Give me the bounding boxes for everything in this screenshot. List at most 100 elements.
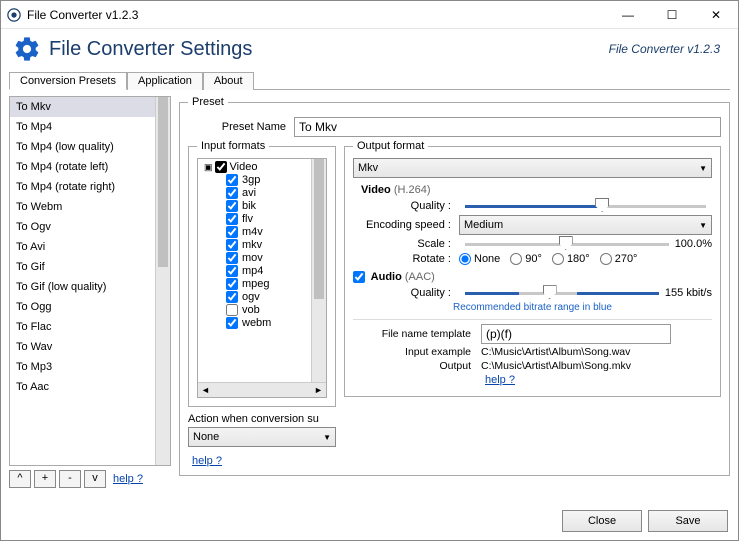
move-down-button[interactable]: v — [84, 470, 106, 488]
scale-value: 100.0% — [675, 238, 712, 250]
preset-item[interactable]: To Mp4 (low quality) — [10, 137, 155, 157]
input-formats-fieldset: Input formats ▣ Video 3gp — [188, 140, 336, 407]
template-label: File name template — [353, 328, 471, 340]
audio-quality-value: 155 kbit/s — [665, 287, 712, 299]
preset-item[interactable]: To Gif (low quality) — [10, 277, 155, 297]
video-group-checkbox[interactable] — [215, 161, 227, 173]
preset-item[interactable]: To Ogg — [10, 297, 155, 317]
preset-item[interactable]: To Mp4 — [10, 117, 155, 137]
fmt-mpeg-checkbox[interactable] — [226, 278, 238, 290]
bitrate-note: Recommended bitrate range in blue — [353, 302, 712, 313]
rotate-180-radio[interactable] — [552, 253, 564, 265]
minimize-button[interactable]: — — [606, 1, 650, 28]
output-format-combo[interactable]: Mkv ▼ — [353, 158, 712, 178]
chevron-down-icon: ▼ — [699, 221, 707, 230]
preset-item[interactable]: To Mp4 (rotate left) — [10, 157, 155, 177]
rotate-270-radio[interactable] — [600, 253, 612, 265]
input-example-value: C:\Music\Artist\Album\Song.wav — [481, 346, 630, 358]
input-formats-tree[interactable]: ▣ Video 3gp avi bik flv m4v mkv — [197, 158, 327, 398]
move-up-button[interactable]: ^ — [9, 470, 31, 488]
add-preset-button[interactable]: + — [34, 470, 56, 488]
fmt-mp4-checkbox[interactable] — [226, 265, 238, 277]
rotate-radio-group: None 90° 180° 270° — [459, 253, 637, 265]
fmt-label: mpeg — [242, 278, 270, 290]
tab-conversion-presets[interactable]: Conversion Presets — [9, 72, 127, 90]
fmt-vob-checkbox[interactable] — [226, 304, 238, 316]
close-button[interactable]: Close — [562, 510, 642, 532]
audio-section-label: Audio — [371, 271, 402, 283]
tree-scrollbar[interactable] — [311, 159, 326, 382]
action-combo[interactable]: None ▼ — [188, 427, 336, 447]
action-label: Action when conversion su — [188, 413, 336, 425]
fmt-ogv-checkbox[interactable] — [226, 291, 238, 303]
output-format-fieldset: Output format Mkv ▼ Video (H.264) Qualit… — [344, 140, 721, 397]
input-example-label: Input example — [353, 346, 471, 358]
fmt-avi-checkbox[interactable] — [226, 187, 238, 199]
rotate-label: Rotate : — [353, 253, 451, 265]
output-help-link[interactable]: help ? — [485, 374, 515, 386]
video-quality-slider[interactable] — [465, 200, 706, 212]
tab-about[interactable]: About — [203, 72, 254, 90]
fmt-label: avi — [242, 187, 256, 199]
audio-enable-checkbox[interactable] — [353, 271, 365, 283]
rotate-option-label: None — [474, 253, 500, 265]
filename-template-input[interactable] — [481, 324, 671, 344]
preset-item[interactable]: To Wav — [10, 337, 155, 357]
rotate-90-radio[interactable] — [510, 253, 522, 265]
chevron-down-icon: ▼ — [323, 433, 331, 442]
remove-preset-button[interactable]: - — [59, 470, 81, 488]
rotate-none-radio[interactable] — [459, 253, 471, 265]
close-window-button[interactable]: ✕ — [694, 1, 738, 28]
preset-list[interactable]: To Mkv To Mp4 To Mp4 (low quality) To Mp… — [9, 96, 171, 466]
fmt-label: vob — [242, 304, 260, 316]
preset-item[interactable]: To Aac — [10, 377, 155, 397]
preset-name-label: Preset Name — [188, 121, 286, 133]
preset-item[interactable]: To Gif — [10, 257, 155, 277]
preset-name-input[interactable] — [294, 117, 721, 137]
preset-item[interactable]: To Mkv — [10, 97, 155, 117]
audio-quality-slider[interactable] — [465, 287, 659, 299]
tree-collapse-icon[interactable]: ▣ — [204, 162, 213, 173]
action-combo-value: None — [193, 431, 323, 443]
preset-item[interactable]: To Webm — [10, 197, 155, 217]
fmt-m4v-checkbox[interactable] — [226, 226, 238, 238]
rotate-option-label: 180° — [567, 253, 590, 265]
scale-label: Scale : — [353, 238, 451, 250]
video-codec-label: (H.264) — [394, 184, 431, 196]
encoding-speed-combo[interactable]: Medium ▼ — [459, 215, 712, 235]
save-button[interactable]: Save — [648, 510, 728, 532]
preset-item[interactable]: To Mp3 — [10, 357, 155, 377]
chevron-down-icon: ▼ — [699, 164, 707, 173]
fmt-flv-checkbox[interactable] — [226, 213, 238, 225]
page-title: File Converter Settings — [49, 38, 609, 61]
fmt-label: bik — [242, 200, 256, 212]
video-group-label: Video — [230, 161, 258, 173]
preset-item[interactable]: To Mp4 (rotate right) — [10, 177, 155, 197]
scale-slider[interactable] — [465, 238, 669, 250]
header: File Converter Settings File Converter v… — [1, 29, 738, 71]
preset-item[interactable]: To Ogv — [10, 217, 155, 237]
input-help-link[interactable]: help ? — [192, 455, 222, 467]
rotate-option-label: 270° — [615, 253, 638, 265]
fmt-label: mkv — [242, 239, 262, 251]
preset-item[interactable]: To Avi — [10, 237, 155, 257]
fmt-label: mp4 — [242, 265, 263, 277]
fmt-3gp-checkbox[interactable] — [226, 174, 238, 186]
video-section-label: Video — [361, 184, 391, 196]
fmt-mov-checkbox[interactable] — [226, 252, 238, 264]
audio-quality-label: Quality : — [353, 287, 451, 299]
fmt-webm-checkbox[interactable] — [226, 317, 238, 329]
help-link[interactable]: help ? — [113, 473, 143, 485]
tab-application[interactable]: Application — [127, 72, 203, 90]
encoding-speed-label: Encoding speed : — [353, 219, 451, 231]
preset-scrollbar[interactable] — [155, 97, 170, 465]
rotate-option-label: 90° — [525, 253, 542, 265]
preset-item[interactable]: To Flac — [10, 317, 155, 337]
fmt-bik-checkbox[interactable] — [226, 200, 238, 212]
input-formats-legend: Input formats — [197, 140, 269, 152]
maximize-button[interactable]: ☐ — [650, 1, 694, 28]
video-quality-label: Quality : — [353, 200, 451, 212]
fmt-label: 3gp — [242, 174, 260, 186]
fmt-mkv-checkbox[interactable] — [226, 239, 238, 251]
tree-hscroll[interactable]: ◄► — [198, 382, 326, 397]
